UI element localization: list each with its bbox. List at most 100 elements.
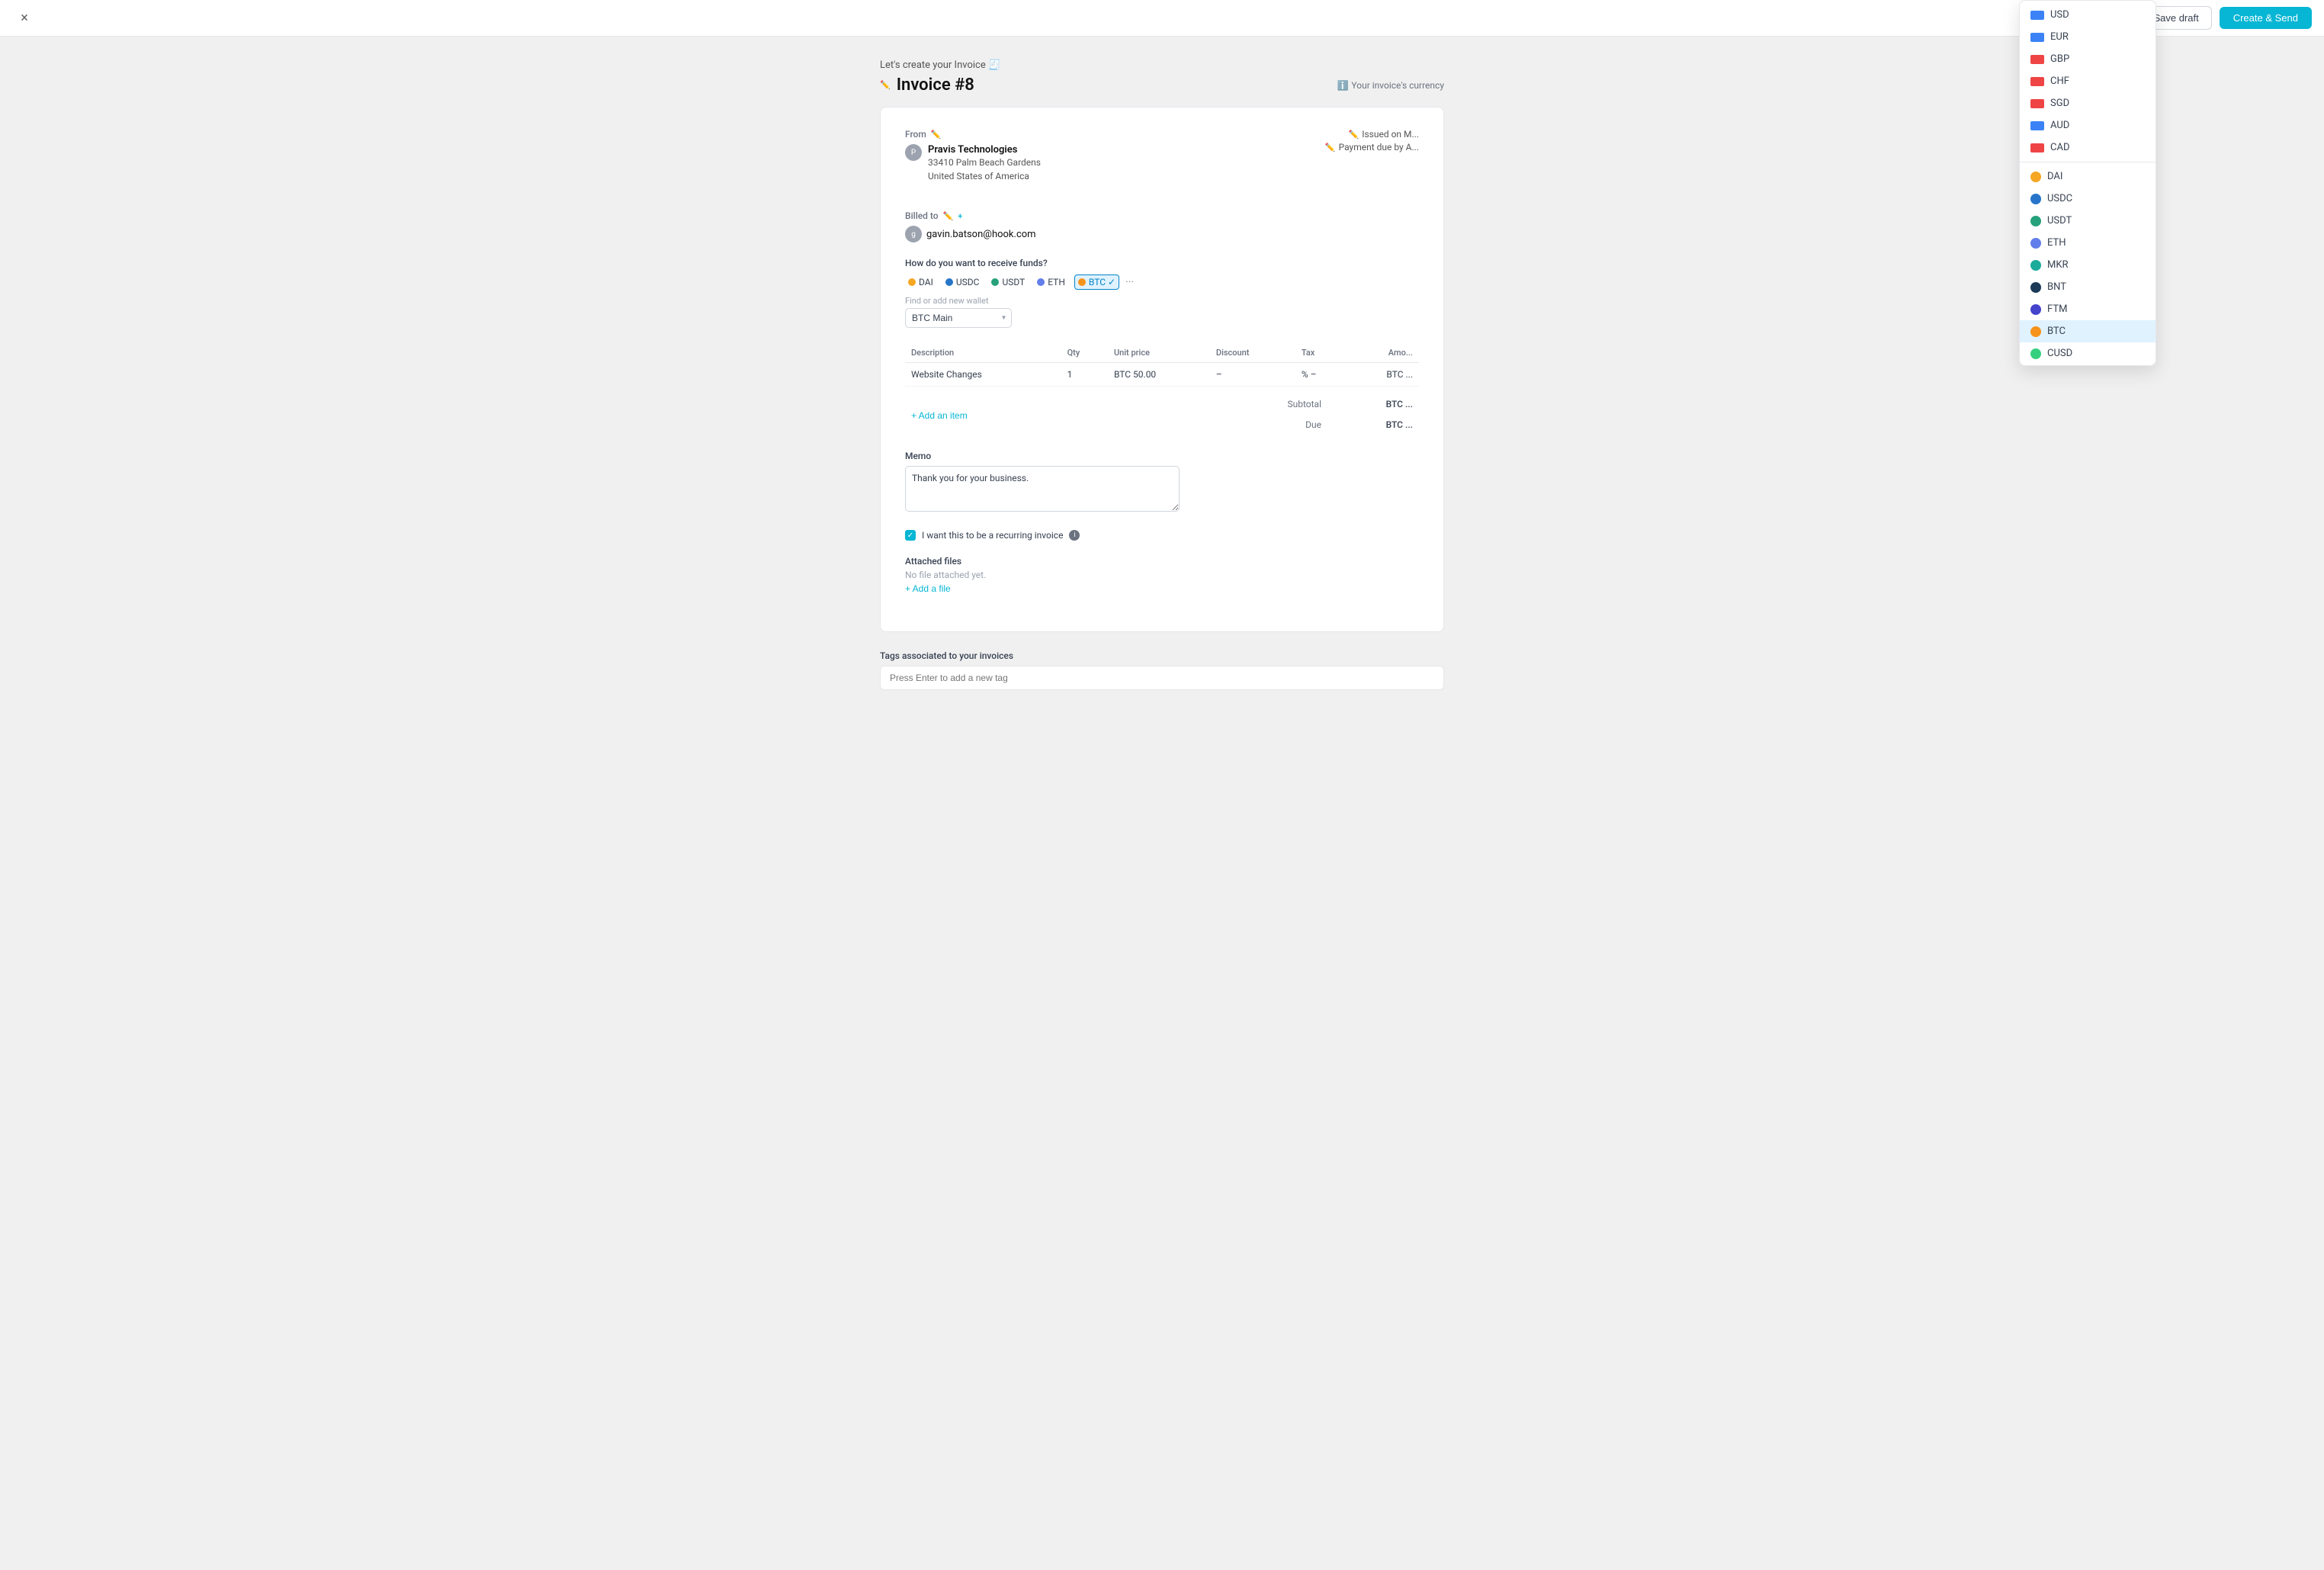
currency-dropdown: USDEURGBPCHFSGDAUDCAD DAIUSDCUSDTETHMKRBN… bbox=[2019, 0, 2156, 366]
item-description: Website Changes bbox=[905, 363, 1061, 387]
recurring-checkbox[interactable]: ✓ bbox=[905, 530, 916, 541]
dai-dot bbox=[908, 278, 916, 286]
tab-BTC[interactable]: BTC ✓ bbox=[1074, 275, 1119, 290]
dates-column: ✏️ Issued on M... ✏️ Payment due by A... bbox=[1325, 129, 1419, 195]
pencil-issued-icon[interactable]: ✏️ bbox=[1349, 130, 1359, 140]
currency-item-GBP[interactable]: GBP bbox=[2020, 48, 2155, 70]
currency-item-USDC[interactable]: USDC bbox=[2020, 188, 2155, 210]
pencil-due-icon[interactable]: ✏️ bbox=[1325, 143, 1336, 153]
table-row: Website Changes 1 BTC 50.00 – % – BTC ..… bbox=[905, 363, 1419, 387]
pencil-icon[interactable]: ✏️ bbox=[880, 80, 891, 90]
tags-label: Tags associated to your invoices bbox=[880, 650, 1444, 661]
currency-item-MKR[interactable]: MKR bbox=[2020, 254, 2155, 276]
tab-USDT[interactable]: USDT bbox=[988, 275, 1028, 289]
more-currencies-btn[interactable]: ··· bbox=[1125, 276, 1134, 288]
billed-edit-icon[interactable]: ✏️ bbox=[943, 211, 954, 221]
currency-item-REQ[interactable]: REQ bbox=[2020, 364, 2155, 366]
currency-item-AUD[interactable]: AUD bbox=[2020, 114, 2155, 136]
currency-item-BTC[interactable]: BTC bbox=[2020, 320, 2155, 342]
items-table: Description Qty Unit price Discount Tax … bbox=[905, 343, 1419, 387]
usdc-dot bbox=[945, 278, 953, 286]
btc-dot bbox=[1078, 278, 1086, 286]
eth-dot bbox=[1037, 278, 1045, 286]
payment-due-text: Payment due by A... bbox=[1339, 142, 1419, 153]
currency-item-CUSD[interactable]: CUSD bbox=[2020, 342, 2155, 364]
currency-item-DAI[interactable]: DAI bbox=[2020, 165, 2155, 188]
currency-item-BNT[interactable]: BNT bbox=[2020, 276, 2155, 298]
currency-item-CHF[interactable]: CHF bbox=[2020, 70, 2155, 92]
col-qty: Qty bbox=[1061, 343, 1108, 363]
col-tax: Tax bbox=[1295, 343, 1347, 363]
billed-email-row: g gavin.batson@hook.com bbox=[905, 226, 1419, 242]
receive-funds-label: How do you want to receive funds? bbox=[905, 258, 1419, 268]
subtotal-row: Subtotal BTC ... bbox=[1281, 396, 1419, 413]
tags-input[interactable] bbox=[880, 666, 1444, 690]
col-discount: Discount bbox=[1210, 343, 1295, 363]
invoice-title-text: Invoice #8 bbox=[897, 75, 974, 95]
due-label: Due bbox=[1305, 419, 1321, 430]
billed-email-text: gavin.batson@hook.com bbox=[926, 229, 1036, 240]
item-amount: BTC ... bbox=[1347, 363, 1419, 387]
no-files-text: No file attached yet. bbox=[905, 570, 1419, 580]
subtotal-value: BTC ... bbox=[1352, 399, 1413, 409]
memo-label: Memo bbox=[905, 451, 1419, 461]
currency-item-EUR[interactable]: EUR bbox=[2020, 26, 2155, 48]
attached-files-label: Attached files bbox=[905, 556, 1419, 567]
recurring-label: I want this to be a recurring invoice bbox=[922, 530, 1063, 541]
close-button[interactable]: × bbox=[12, 6, 37, 31]
wallet-label: Find or add new wallet bbox=[905, 296, 1419, 306]
add-file-button[interactable]: + Add a file bbox=[905, 583, 951, 594]
currency-item-CAD[interactable]: CAD bbox=[2020, 136, 2155, 159]
invoice-container: Let's create your Invoice 🧾 ✏️ Invoice #… bbox=[880, 59, 1444, 1488]
col-description: Description bbox=[905, 343, 1061, 363]
tags-section: Tags associated to your invoices bbox=[880, 650, 1444, 690]
subtotal-label: Subtotal bbox=[1287, 399, 1321, 409]
item-unit-price: BTC 50.00 bbox=[1108, 363, 1210, 387]
item-discount: – bbox=[1210, 363, 1295, 387]
header: × Save draft Create & Send bbox=[0, 0, 2324, 37]
invoice-intro: Let's create your Invoice 🧾 bbox=[880, 59, 1444, 71]
recurring-row: ✓ I want this to be a recurring invoice … bbox=[905, 530, 1419, 541]
from-label: From ✏️ bbox=[905, 129, 1041, 140]
invoice-title-row: ✏️ Invoice #8 ℹ️ Your invoice's currency bbox=[880, 75, 1444, 95]
due-value: BTC ... bbox=[1352, 419, 1413, 430]
memo-textarea[interactable]: Thank you for your business. bbox=[905, 466, 1180, 512]
currency-item-FTM[interactable]: FTM bbox=[2020, 298, 2155, 320]
billed-section: Billed to ✏️ + g gavin.batson@hook.com bbox=[905, 210, 1419, 242]
billed-avatar: g bbox=[905, 226, 922, 242]
memo-section: Memo Thank you for your business. bbox=[905, 451, 1419, 515]
currency-item-ETH[interactable]: ETH bbox=[2020, 232, 2155, 254]
issued-on-text: Issued on M... bbox=[1362, 129, 1419, 140]
item-tax: % – bbox=[1295, 363, 1347, 387]
currency-item-USD[interactable]: USD bbox=[2020, 4, 2155, 26]
currency-hint: ℹ️ Your invoice's currency bbox=[1337, 80, 1444, 91]
tab-DAI[interactable]: DAI bbox=[905, 275, 936, 289]
receive-funds-section: How do you want to receive funds? DAI US… bbox=[905, 258, 1419, 328]
company-address-1: 33410 Palm Beach Gardens bbox=[928, 156, 1041, 169]
from-edit-icon[interactable]: ✏️ bbox=[931, 130, 942, 140]
currency-item-SGD[interactable]: SGD bbox=[2020, 92, 2155, 114]
invoice-title: ✏️ Invoice #8 bbox=[880, 75, 974, 95]
wallet-select[interactable]: BTC Main bbox=[905, 308, 1012, 328]
wallet-select-wrapper: BTC Main ▾ bbox=[905, 308, 1012, 328]
due-row: Due BTC ... bbox=[1299, 416, 1419, 433]
currency-tabs: DAI USDC USDT ETH bbox=[905, 275, 1419, 290]
billed-to-label: Billed to ✏️ + bbox=[905, 210, 1419, 221]
invoice-card: From ✏️ P Pravis Technologies 33410 Palm… bbox=[880, 107, 1444, 632]
col-unit-price: Unit price bbox=[1108, 343, 1210, 363]
tab-ETH[interactable]: ETH bbox=[1034, 275, 1068, 289]
main-content: Let's create your Invoice 🧾 ✏️ Invoice #… bbox=[0, 37, 2324, 1533]
create-send-button[interactable]: Create & Send bbox=[2220, 7, 2312, 29]
recurring-info-icon[interactable]: i bbox=[1069, 530, 1080, 541]
invoice-top-row: From ✏️ P Pravis Technologies 33410 Palm… bbox=[905, 129, 1419, 195]
currency-item-USDT[interactable]: USDT bbox=[2020, 210, 2155, 232]
intro-text: Let's create your Invoice 🧾 bbox=[880, 59, 1000, 71]
company-address-2: United States of America bbox=[928, 169, 1041, 183]
from-section: From ✏️ P Pravis Technologies 33410 Palm… bbox=[905, 129, 1041, 183]
add-item-button[interactable]: + Add an item bbox=[905, 407, 974, 424]
tab-USDC[interactable]: USDC bbox=[942, 275, 983, 289]
col-amount: Amo... bbox=[1347, 343, 1419, 363]
billed-add-icon[interactable]: + bbox=[958, 211, 962, 221]
company-avatar: P bbox=[905, 144, 922, 161]
info-circle-icon: ℹ️ bbox=[1337, 80, 1348, 91]
